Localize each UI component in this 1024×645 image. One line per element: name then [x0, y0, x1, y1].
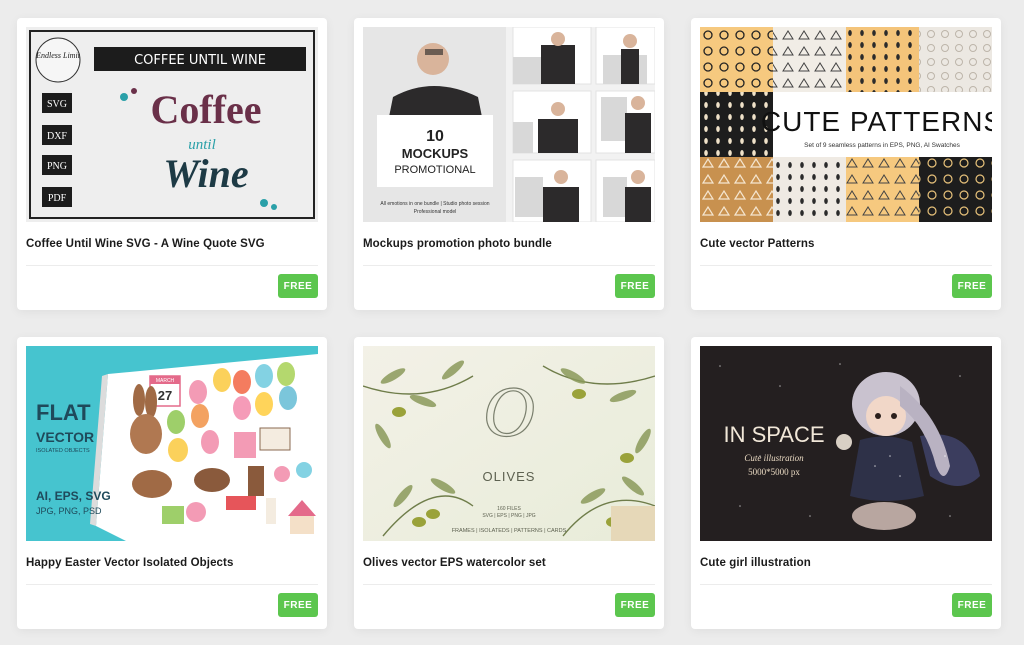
space-size: 5000*5000 px [748, 467, 800, 477]
olives-files: 160 FILES [497, 506, 521, 512]
space-heading: IN SPACE [723, 422, 824, 447]
mockup-note: Professional model [414, 209, 457, 215]
free-badge-button[interactable]: FREE [615, 593, 655, 617]
mockup-note: All emotions in one bundle | Studio phot… [380, 201, 489, 207]
easter-line2: VECTOR [36, 429, 94, 445]
mockup-heading: MOCKUPS [402, 146, 469, 161]
card-divider [363, 584, 655, 585]
easter-formats: AI, EPS, SVG [36, 489, 111, 503]
product-thumbnail[interactable]: FLAT VECTOR ISOLATED OBJECTS AI, EPS, SV… [26, 346, 318, 541]
patterns-subheading: Set of 9 seamless patterns in EPS, PNG, … [804, 142, 960, 149]
product-title[interactable]: Olives vector EPS watercolor set [363, 557, 655, 569]
product-title[interactable]: Mockups promotion photo bundle [363, 238, 655, 250]
olives-heading: OLIVES [483, 469, 536, 484]
product-title[interactable]: Cute vector Patterns [700, 238, 992, 250]
product-thumbnail[interactable]: O OLIVES 160 FILES SVG | EPS | PNG | JPG… [363, 346, 655, 541]
format-label: DXF [47, 131, 67, 142]
easter-line3: ISOLATED OBJECTS [36, 448, 90, 454]
format-label: SVG [47, 99, 67, 110]
easter-formats: JPG, PNG, PSD [36, 506, 102, 516]
product-title[interactable]: Happy Easter Vector Isolated Objects [26, 557, 318, 569]
calendar-day: 27 [158, 388, 172, 403]
product-card: FLAT VECTOR ISOLATED OBJECTS AI, EPS, SV… [17, 337, 327, 629]
product-card: CUTE PATTERNS Set of 9 seamless patterns… [691, 18, 1001, 310]
calendar-month: MARCH [156, 378, 175, 384]
space-subheading: Cute illustration [744, 453, 804, 463]
product-card: IN SPACE Cute illustration 5000*5000 px … [691, 337, 1001, 629]
free-badge-button[interactable]: FREE [278, 593, 318, 617]
product-thumbnail[interactable]: CUTE PATTERNS Set of 9 seamless patterns… [700, 27, 992, 222]
product-card: 10 MOCKUPS PROMOTIONAL All emotions in o… [354, 18, 664, 310]
word-wine: Wine [163, 151, 248, 196]
mockup-subheading: PROMOTIONAL [394, 164, 475, 176]
product-card: O OLIVES 160 FILES SVG | EPS | PNG | JPG… [354, 337, 664, 629]
mockup-number: 10 [426, 128, 444, 145]
format-label: PDF [48, 193, 67, 204]
word-coffee: Coffee [150, 87, 261, 132]
product-thumbnail[interactable]: Endless Limit COFFEE UNTIL WINE SVG DXF … [26, 27, 318, 222]
banner-text: COFFEE UNTIL WINE [134, 53, 266, 68]
free-badge-button[interactable]: FREE [952, 274, 992, 298]
product-thumbnail[interactable]: 10 MOCKUPS PROMOTIONAL All emotions in o… [363, 27, 655, 222]
card-divider [26, 265, 318, 266]
card-divider [700, 265, 992, 266]
product-title[interactable]: Cute girl illustration [700, 557, 992, 569]
product-card: Endless Limit COFFEE UNTIL WINE SVG DXF … [17, 18, 327, 310]
olives-footer: FRAMES | ISOLATEDS | PATTERNS | CARDS [452, 528, 567, 534]
olives-formats: SVG | EPS | PNG | JPG [482, 513, 535, 519]
free-badge-button[interactable]: FREE [952, 593, 992, 617]
patterns-heading: CUTE PATTERNS [761, 106, 992, 137]
free-badge-button[interactable]: FREE [615, 274, 655, 298]
product-title[interactable]: Coffee Until Wine SVG - A Wine Quote SVG [26, 238, 318, 250]
format-label: PNG [47, 161, 67, 172]
card-divider [363, 265, 655, 266]
product-thumbnail[interactable]: IN SPACE Cute illustration 5000*5000 px [700, 346, 992, 541]
easter-line1: FLAT [36, 400, 91, 425]
card-divider [26, 584, 318, 585]
card-divider [700, 584, 992, 585]
olives-monogram: O [483, 372, 535, 452]
free-badge-button[interactable]: FREE [278, 274, 318, 298]
logo-text: Endless Limit [35, 51, 81, 60]
